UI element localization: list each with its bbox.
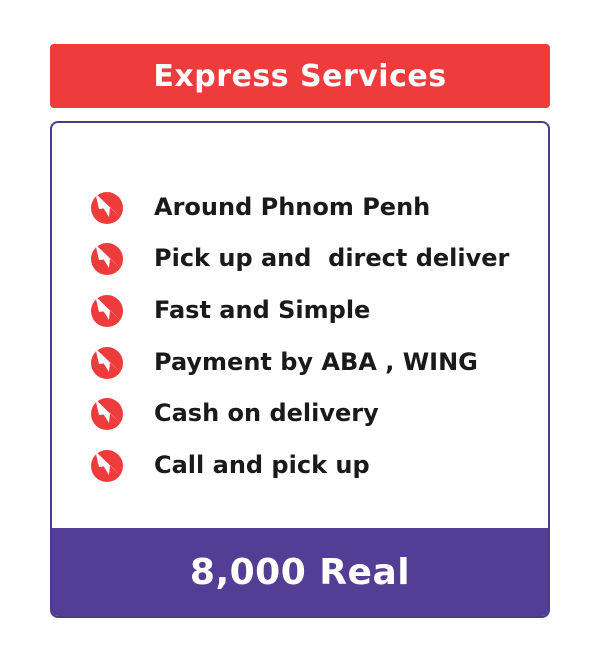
feature-item: Fast and Simple xyxy=(88,284,548,336)
header-banner: Express Services xyxy=(50,44,550,108)
header-title: Express Services xyxy=(153,58,447,94)
feature-label: Pick up and direct deliver xyxy=(154,244,510,273)
delivery-arrow-icon xyxy=(91,448,123,482)
delivery-arrow-icon xyxy=(91,345,123,379)
delivery-arrow-icon xyxy=(91,397,123,431)
feature-item: Payment by ABA , WING xyxy=(88,336,548,388)
delivery-arrow-icon xyxy=(91,242,123,276)
service-card: Around Phnom Penh Pick up and direct del… xyxy=(50,121,550,618)
delivery-arrow-icon xyxy=(91,190,123,224)
price-label: 8,000 Real xyxy=(189,551,411,593)
feature-label: Around Phnom Penh xyxy=(154,192,431,221)
feature-label: Payment by ABA , WING xyxy=(154,347,478,376)
feature-label: Cash on delivery xyxy=(154,399,379,428)
feature-label: Fast and Simple xyxy=(154,295,371,324)
feature-list: Around Phnom Penh Pick up and direct del… xyxy=(88,181,548,491)
feature-item: Pick up and direct deliver xyxy=(88,233,548,285)
feature-item: Around Phnom Penh xyxy=(88,181,548,233)
feature-item: Call and pick up xyxy=(88,439,548,491)
feature-label: Call and pick up xyxy=(154,450,370,479)
price-banner: 8,000 Real xyxy=(52,528,548,616)
feature-item: Cash on delivery xyxy=(88,387,548,439)
delivery-arrow-icon xyxy=(91,293,123,327)
